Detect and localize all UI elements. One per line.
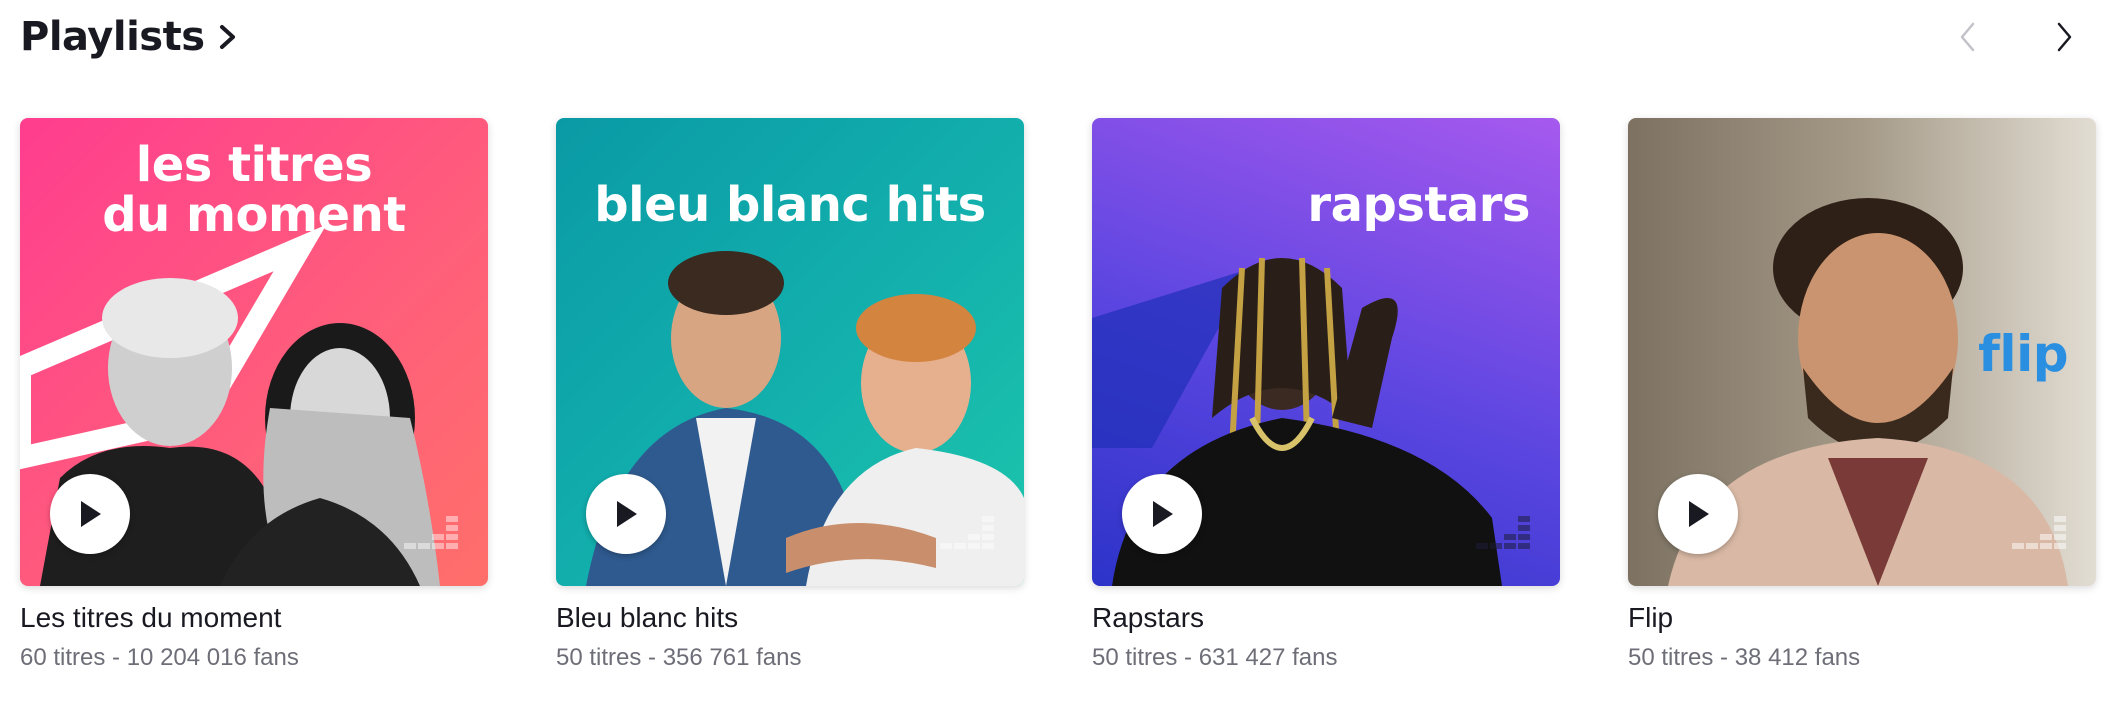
carousel-prev-button[interactable]	[1950, 14, 1986, 60]
play-button[interactable]	[586, 474, 666, 554]
deezer-logo-icon	[1476, 516, 1530, 549]
section-header-link[interactable]: Playlists	[20, 8, 241, 66]
playlist-meta: 60 titres - 10 204 016 fans	[20, 644, 299, 671]
cover-line: les titres	[135, 137, 373, 193]
deezer-logo-icon	[404, 516, 458, 549]
playlist-meta: 50 titres - 356 761 fans	[556, 644, 802, 671]
playlist-card: rapstars Rapstars 50 titres - 631 427 fa…	[1092, 118, 1560, 672]
play-button[interactable]	[1658, 474, 1738, 554]
cover-line: du moment	[102, 187, 406, 244]
playlist-cover[interactable]: rapstars	[1092, 118, 1560, 586]
chevron-left-icon	[1960, 22, 1975, 52]
playlist-meta: 50 titres - 38 412 fans	[1628, 644, 1861, 671]
cover-title-text: les titres du moment	[20, 140, 488, 241]
playlist-cover[interactable]: les titres du moment	[20, 118, 488, 586]
carousel-nav	[1950, 14, 2082, 60]
section-title: Playlists	[20, 14, 205, 60]
cover-title-text: rapstars	[1307, 177, 1530, 233]
playlist-card: bleu blanc hits Bleu blanc hits 50 titre…	[556, 118, 1024, 672]
play-icon	[617, 501, 637, 527]
play-button[interactable]	[1122, 474, 1202, 554]
cover-title-text: flip	[1978, 328, 2068, 381]
playlist-meta: 50 titres - 631 427 fans	[1092, 644, 1338, 671]
playlist-card: les titres du moment Les titres du momen…	[20, 118, 488, 672]
deezer-logo-icon	[2012, 516, 2066, 549]
playlist-title[interactable]: Bleu blanc hits	[556, 602, 1024, 634]
cover-line: rapstars	[1307, 177, 1530, 233]
playlist-title[interactable]: Les titres du moment	[20, 602, 488, 634]
cover-line: flip	[1978, 325, 2068, 383]
chevron-right-icon	[2057, 22, 2072, 52]
deezer-logo-icon	[940, 516, 994, 549]
playlist-title[interactable]: Flip	[1628, 602, 2096, 634]
play-button[interactable]	[50, 474, 130, 554]
play-icon	[1153, 501, 1173, 527]
play-icon	[1689, 501, 1709, 527]
playlist-cover[interactable]: bleu blanc hits	[556, 118, 1024, 586]
carousel-next-button[interactable]	[2046, 14, 2082, 60]
playlist-title[interactable]: Rapstars	[1092, 602, 1560, 634]
cover-line: bleu blanc hits	[594, 177, 986, 233]
playlist-carousel: les titres du moment Les titres du momen…	[20, 118, 2096, 672]
playlist-card: flip Flip 50 titres - 38 412 fans	[1628, 118, 2096, 672]
playlist-cover[interactable]: flip	[1628, 118, 2096, 586]
cover-title-text: bleu blanc hits	[556, 177, 1024, 233]
chevron-right-icon	[215, 22, 241, 52]
play-icon	[81, 501, 101, 527]
